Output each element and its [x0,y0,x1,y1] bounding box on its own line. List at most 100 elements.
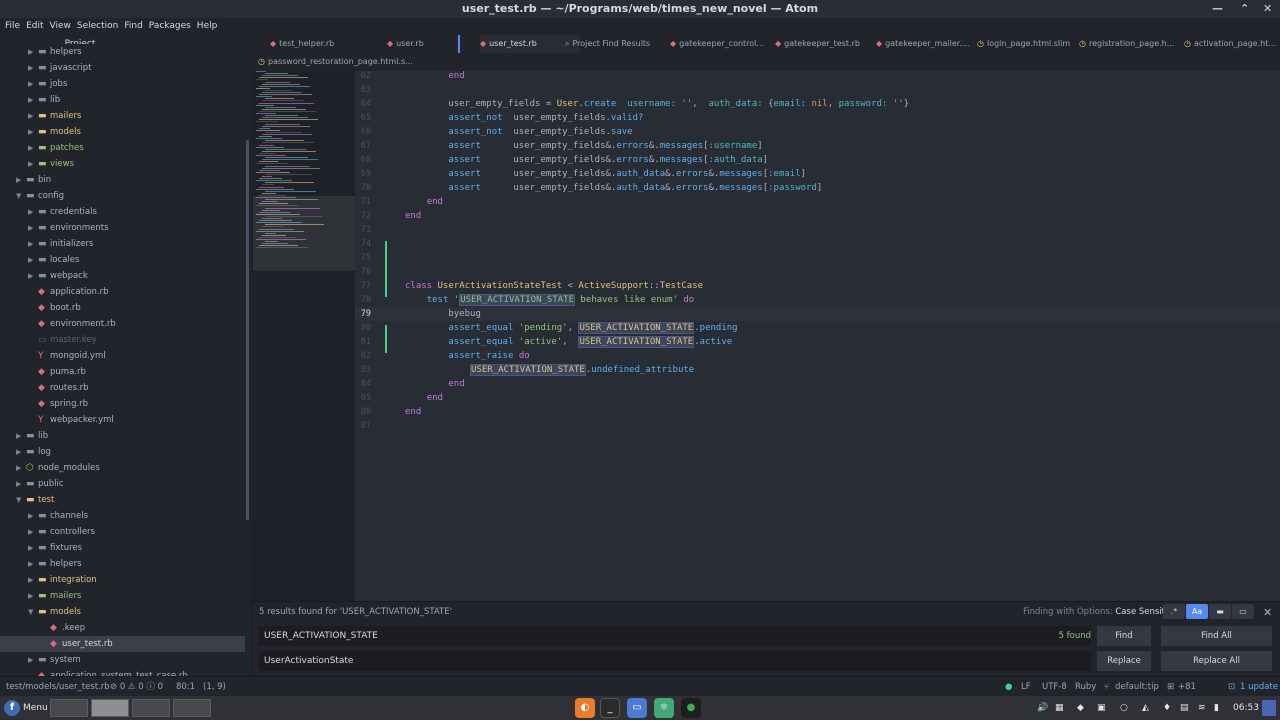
line-number[interactable]: 75 [355,251,371,265]
menu-edit[interactable]: Edit [26,18,43,35]
tree-item-models[interactable]: ▶ ▬ models [0,124,245,140]
line-number[interactable]: 79 [355,307,371,321]
tree-item-config[interactable]: ▼ ▬ config [0,188,245,204]
line-number[interactable]: 67 [355,139,371,153]
menu-packages[interactable]: Packages [149,18,191,35]
terminal-icon[interactable]: _ [600,698,620,718]
line-number[interactable]: 86 [355,405,371,419]
battery-icon[interactable]: ▮ [1214,696,1219,720]
tree-item-mailers[interactable]: ▶ ▬ mailers [0,588,245,604]
code-line[interactable]: class UserActivationStateTest < ActiveSu… [405,279,703,293]
menu-selection[interactable]: Selection [77,18,118,35]
tree-item-mongoid-yml[interactable]: Ymongoid.yml [0,348,245,364]
tree-item-lib[interactable]: ▶ ▬ lib [0,92,245,108]
code-line[interactable]: assert user_empty_fields&.auth_data&.err… [405,181,822,195]
tree-scrollbar[interactable] [246,140,249,520]
tab-test-helper-rb[interactable]: ◆ test_helper.rb [270,35,370,53]
tree-item-boot-rb[interactable]: ◆ boot.rb [0,300,245,316]
line-number[interactable]: 87 [355,419,371,433]
status-updates[interactable]: 1 update [1240,677,1278,697]
tree-item-javascript[interactable]: ▶ ▬ javascript [0,60,245,76]
minimize-button[interactable]: — [1212,0,1223,18]
taskbar-clock[interactable]: 06:53 [1233,696,1259,720]
line-number[interactable]: 74 [355,237,371,251]
code-line[interactable]: end [405,405,421,419]
tree-item-bin[interactable]: ▶ ▬ bin [0,172,245,188]
tree-item-integration[interactable]: ▶ ▬ integration [0,572,245,588]
tree-item-test[interactable]: ▼ ▬ test [0,492,245,508]
dropbox-icon[interactable]: ◆ [1077,696,1084,720]
find-all-button[interactable]: Find All [1161,626,1272,646]
tab-user-rb[interactable]: ◆ user.rb [387,35,487,53]
tree-item-environments[interactable]: ▶ ▬ environments [0,220,245,236]
tree-item-controllers[interactable]: ▶ ▬ controllers [0,524,245,540]
regex-toggle[interactable]: .* [1163,604,1185,619]
tree-item-lib[interactable]: ▶ ▬ lib [0,428,245,444]
code-line[interactable]: end [405,195,443,209]
atom-icon[interactable]: ⚛ [654,698,674,718]
tab-password-restoration-page-html-s-[interactable]: ◷ password_restoration_page.html.s... [258,53,418,71]
show-desktop-button[interactable] [1262,700,1276,716]
minimap[interactable] [253,71,355,271]
tree-item-routes-rb[interactable]: ◆ routes.rb [0,380,245,396]
status-encoding[interactable]: UTF-8 [1042,677,1067,697]
code-line[interactable]: end [405,391,443,405]
tree-item-master-key[interactable]: ▭ master.key [0,332,245,348]
maximize-button[interactable]: ⌃ [1240,0,1249,18]
line-number[interactable]: 66 [355,125,371,139]
tree-item-system[interactable]: ▶ ▬ system [0,652,245,668]
line-number[interactable]: 70 [355,181,371,195]
bulb-icon[interactable]: ○ [1120,696,1128,720]
minimap-viewport[interactable] [253,196,355,271]
code-line[interactable]: assert user_empty_fields&.errors&.messag… [405,153,768,167]
tree-item-node-modules[interactable]: ▶ ⬡ node_modules [0,460,245,476]
line-number[interactable]: 83 [355,363,371,377]
notification-icon[interactable]: ♦ [1163,696,1171,720]
tab-gatekeeper-test-rb[interactable]: ◆ gatekeeper_test.rb [775,35,875,53]
whole-word-icon[interactable]: ▭ [1232,604,1254,619]
line-number[interactable]: 76 [355,265,371,279]
menu-find[interactable]: Find [124,18,142,35]
line-number[interactable]: 68 [355,153,371,167]
find-button[interactable]: Find [1097,626,1151,646]
tree-item-models[interactable]: ▼ ▬ models [0,604,245,620]
tree-item-puma-rb[interactable]: ◆ puma.rb [0,364,245,380]
tab-registration-page-h-[interactable]: ◷ registration_page.h... [1079,35,1179,53]
line-number[interactable]: 82 [355,349,371,363]
tree-item-application-rb[interactable]: ◆ application.rb [0,284,245,300]
taskbar-window-2[interactable] [91,699,129,717]
tree-item-helpers[interactable]: ▶ ▬ helpers [0,556,245,572]
line-number[interactable]: 77 [355,279,371,293]
code-line[interactable]: assert user_empty_fields&.auth_data&.err… [405,167,806,181]
taskbar-window-3[interactable] [132,699,170,717]
tree-item--keep[interactable]: ◆ .keep [0,620,245,636]
find-input[interactable]: USER_ACTIVATION_STATE 5 found [259,626,1091,646]
code-line[interactable]: test 'USER_ACTIVATION_STATE behaves like… [405,293,694,307]
line-number[interactable]: 62 [355,69,371,83]
start-menu-button[interactable]: f Menu [4,699,48,717]
line-number[interactable]: 65 [355,111,371,125]
tree-item-user-test-rb[interactable]: ◆ user_test.rb [0,636,245,652]
replace-input[interactable]: UserActivationState [259,651,1091,671]
code-line[interactable]: USER_ACTIVATION_STATE.undefined_attribut… [405,363,694,377]
close-find-icon[interactable]: ✕ [1263,606,1272,619]
code-line[interactable]: end [405,209,421,223]
status-cursor-position[interactable]: 80:1 [176,677,195,697]
tab-gatekeeper-control-[interactable]: ◆ gatekeeper_control... [670,35,770,53]
status-line-ending[interactable]: LF [1021,677,1031,697]
line-number[interactable]: 63 [355,83,371,97]
code-line[interactable]: end [405,69,464,83]
taskbar-window-4[interactable] [173,699,211,717]
tree-item-log[interactable]: ▶ ▬ log [0,444,245,460]
code-line[interactable]: end [405,377,464,391]
files-icon[interactable]: ▭ [627,698,647,718]
tree-item-locales[interactable]: ▶ ▬ locales [0,252,245,268]
code-line[interactable]: assert_equal 'pending', USER_ACTIVATION_… [405,321,738,335]
line-number[interactable]: 85 [355,391,371,405]
telegram-icon[interactable]: ◭ [1142,696,1149,720]
package-icon[interactable]: ▣ [1097,696,1106,720]
close-window-button[interactable]: ✕ [1263,0,1272,18]
tab-gatekeeper-mailer-[interactable]: ◆ gatekeeper_mailer.... [876,35,976,53]
tree-item-spring-rb[interactable]: ◆ spring.rb [0,396,245,412]
case-sensitive-toggle[interactable]: Aa [1186,604,1208,619]
